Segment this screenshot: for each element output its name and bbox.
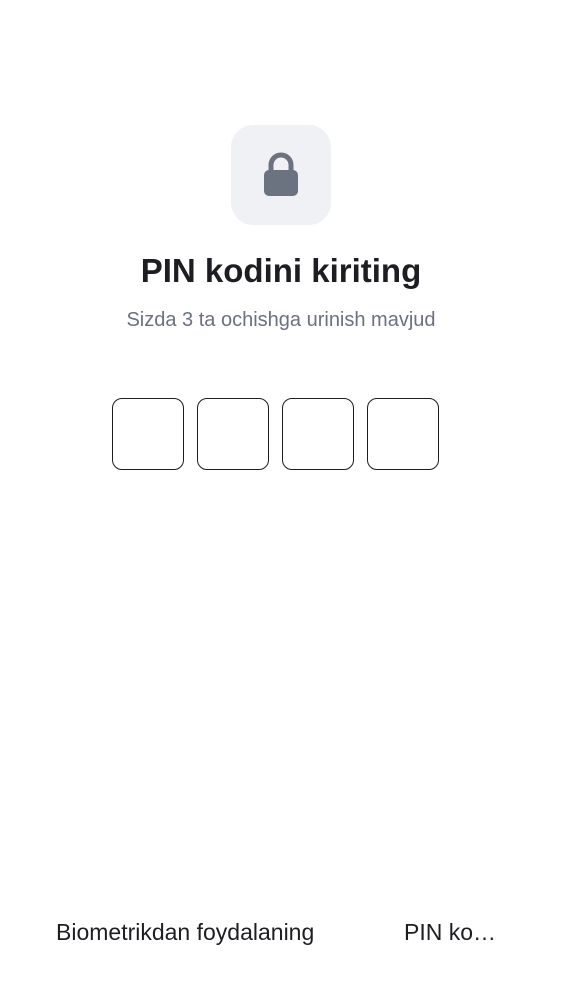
pin-digit-4[interactable] [367,398,439,470]
lock-tile [231,125,331,225]
pin-digit-1[interactable] [112,398,184,470]
pin-code-button[interactable]: PIN ko… [402,910,498,954]
use-biometrics-button[interactable]: Biometrikdan foydalaning [56,910,314,954]
pin-digit-3[interactable] [282,398,354,470]
page-title: PIN kodini kiriting [140,252,422,289]
lock-icon [264,152,298,196]
pin-input-row [112,398,439,473]
pin-digit-2[interactable] [197,398,269,470]
attempts-remaining-text: Sizda 3 ta ochishga urinish mavjud [126,309,436,331]
bottom-actions: Biometrikdan foydalaning PIN ko… [0,910,562,954]
pin-entry-screen: PIN kodini kiriting Sizda 3 ta ochishga … [0,0,562,1000]
